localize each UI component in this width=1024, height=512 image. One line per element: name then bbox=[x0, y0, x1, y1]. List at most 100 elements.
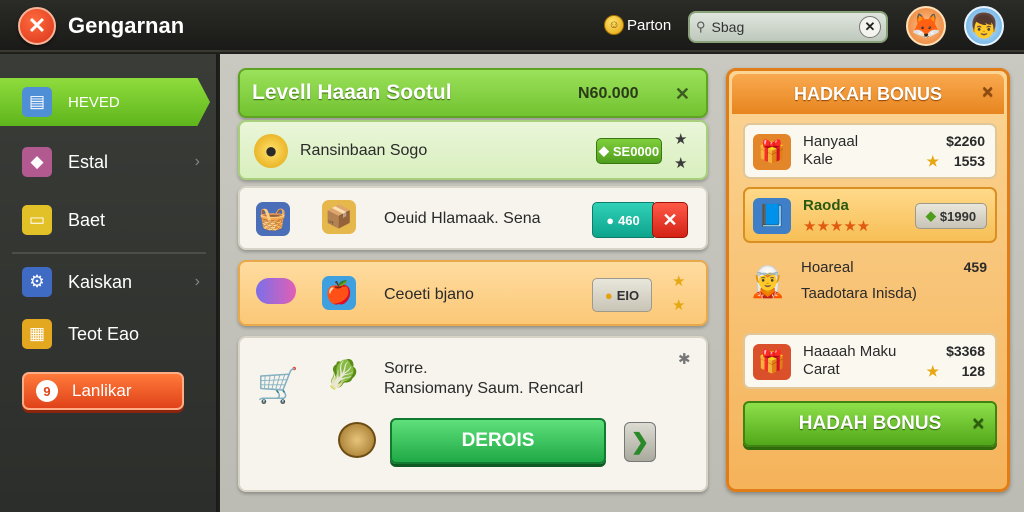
star-icon: ★ bbox=[926, 153, 939, 169]
bonus-item-sub: Kale bbox=[803, 151, 834, 168]
search-input[interactable]: Sbag bbox=[712, 19, 745, 35]
bonus-item-sub: Carat bbox=[803, 361, 840, 378]
quest-detail-title: Sorre. bbox=[384, 360, 428, 377]
quest-label: Ransinbaan Sogo bbox=[300, 142, 428, 159]
level-panel: Levell Haaan Sootul N60.000 ✕ ● Ransinba… bbox=[238, 68, 708, 492]
quest-label: Oeuid Hlamaak. Sena bbox=[384, 210, 541, 227]
sidebar-item-label: Estal bbox=[68, 151, 109, 172]
remove-button[interactable]: ✕ bbox=[652, 202, 688, 238]
sidebar-item-kaiskan[interactable]: ⚙ Kaiskan › bbox=[0, 258, 210, 306]
bonus-panel: HADKAH BONUS ✕ 🎁 Hanyaal Kale $2260 ★ 15… bbox=[726, 68, 1010, 492]
quest-row[interactable]: 🍎 Ceoeti bjano ● EIO ★ ★ bbox=[238, 260, 708, 326]
level-title: Levell Haaan Sootul bbox=[252, 81, 452, 104]
gem-icon: ◆ bbox=[598, 143, 609, 158]
star-icon: ★ bbox=[672, 297, 686, 314]
sidebar: ▤ HEVED ◆ Estal › ▭ Baet ⚙ Kaiskan › ▦ T… bbox=[0, 54, 218, 512]
bonus-item-name: Hanyaal bbox=[803, 133, 859, 150]
quest-badge[interactable]: ● 460 bbox=[592, 202, 654, 238]
player-avatar[interactable]: 👦 bbox=[964, 6, 1004, 46]
ruby-icon: ● bbox=[606, 212, 615, 228]
chevron-right-icon: › bbox=[194, 153, 200, 170]
shopping-cart-icon: 🛒 bbox=[256, 367, 300, 405]
book-icon: 📘 bbox=[753, 198, 791, 234]
quest-row[interactable]: ● Ransinbaan Sogo ◆ SE0000 ★ ★ bbox=[238, 120, 708, 180]
basket-icon: 🧺 bbox=[256, 202, 290, 236]
gear-box-icon: ⚙ bbox=[22, 267, 52, 297]
star-icon: ★ bbox=[674, 155, 688, 172]
coin-icon: ● bbox=[604, 287, 613, 303]
sidebar-item-baet[interactable]: ▭ Baet bbox=[0, 196, 210, 244]
veggie-cart-icon: 🥬 bbox=[325, 358, 361, 390]
bonus-item[interactable]: 🧝 Hoareal Taadotara Inisda) 459 bbox=[743, 251, 997, 311]
quest-badge[interactable]: ● EIO bbox=[592, 278, 652, 312]
bonus-item-name: Haaaah Maku bbox=[803, 343, 897, 360]
smiley-coin-icon: ☺ bbox=[604, 15, 624, 35]
app-title: Gengarnan bbox=[68, 13, 185, 38]
level-header: Levell Haaan Sootul N60.000 ✕ bbox=[238, 68, 708, 118]
main-area: Levell Haaan Sootul N60.000 ✕ ● Ransinba… bbox=[220, 54, 1024, 512]
top-bar: ✕ Gengarnan ☺ Parton ⚲ Sbag ✕ 🦊 👦 bbox=[0, 0, 1024, 52]
sidebar-action-label: Lanlikar bbox=[72, 381, 132, 400]
rating-stars-icon: ★★★★★ bbox=[803, 218, 871, 235]
bonus-item[interactable]: 🎁 Hanyaal Kale $2260 ★ 1553 bbox=[743, 123, 997, 179]
gem-icon: ◆ bbox=[925, 208, 936, 223]
confirm-button[interactable]: DEROIS bbox=[390, 418, 606, 464]
sidebar-item-estal[interactable]: ◆ Estal › bbox=[0, 138, 210, 186]
bonus-item-sub: Taadotara Inisda) bbox=[801, 285, 917, 302]
bonus-item-price: ◆ $1990 bbox=[915, 203, 987, 229]
crate-icon: 📦 bbox=[322, 200, 356, 234]
bonus-item[interactable]: 📘 Raoda ★★★★★ ◆ $1990 bbox=[743, 187, 997, 243]
card-icon: ▭ bbox=[22, 205, 52, 235]
bonus-item-subprice: 1553 bbox=[953, 153, 985, 169]
bonus-item-price: $2260 bbox=[946, 133, 985, 149]
bonus-item-price: $3368 bbox=[946, 343, 985, 359]
close-button[interactable]: ✕ bbox=[18, 7, 56, 45]
star-icon: ★ bbox=[674, 131, 688, 148]
divider bbox=[12, 252, 206, 254]
quest-detail-desc: Ransiomany Saum. Rencarl bbox=[384, 380, 584, 397]
bonus-item-price: 459 bbox=[963, 259, 987, 275]
elf-character-icon: 🧝 bbox=[749, 265, 787, 299]
candy-icon bbox=[256, 278, 296, 304]
sidebar-item-label: Baet bbox=[68, 209, 106, 230]
star-icon: ★ bbox=[926, 363, 939, 379]
fruit-box-icon: 🍎 bbox=[322, 276, 356, 310]
chevron-right-icon: › bbox=[194, 273, 200, 290]
next-arrow-icon[interactable]: ❯ bbox=[624, 422, 656, 462]
quest-badge[interactable]: ◆ SE0000 bbox=[596, 138, 662, 164]
quest-row[interactable]: 🧺 📦 Oeuid Hlamaak. Sena ● 460 ✕ bbox=[238, 186, 708, 250]
close-icon[interactable]: ✕ bbox=[972, 414, 985, 434]
clear-search-icon[interactable]: ✕ bbox=[859, 16, 881, 38]
chest-icon: ▤ bbox=[22, 87, 52, 117]
bonus-title: HADKAH BONUS bbox=[794, 83, 942, 104]
search-icon: ⚲ bbox=[696, 19, 706, 34]
sidebar-item-teot-eao[interactable]: ▦ Teot Eao bbox=[0, 310, 210, 358]
sidebar-item-label: Kaiskan bbox=[68, 271, 133, 292]
quest-detail-card: 🛒 🥬 Sorre. Ransiomany Saum. Rencarl ✱ DE… bbox=[238, 336, 708, 492]
treasure-icon: 🎁 bbox=[753, 344, 791, 380]
sidebar-item-heved[interactable]: ▤ HEVED bbox=[0, 78, 210, 126]
search-box[interactable]: ⚲ Sbag ✕ bbox=[688, 11, 888, 43]
level-reward: N60.000 bbox=[578, 85, 639, 102]
fox-avatar[interactable]: 🦊 bbox=[906, 6, 946, 46]
quest-label: Ceoeti bjano bbox=[384, 286, 474, 303]
star-icon: ★ bbox=[672, 273, 686, 290]
gold-coin-icon: ● bbox=[254, 134, 288, 168]
profile-chip[interactable]: ☺ Parton bbox=[604, 15, 671, 35]
claim-bonus-label: HADAH BONUS bbox=[798, 413, 942, 434]
cookie-icon bbox=[338, 422, 376, 458]
gift-box-icon: 🎁 bbox=[753, 134, 791, 170]
close-icon[interactable]: ✕ bbox=[675, 84, 690, 105]
close-icon[interactable]: ✕ bbox=[981, 83, 994, 101]
claim-bonus-button[interactable]: HADAH BONUS ✕ bbox=[743, 401, 997, 447]
sidebar-item-label: HEVED bbox=[68, 93, 120, 111]
bonus-item-name: Hoareal bbox=[801, 259, 854, 276]
pin-icon[interactable]: ✱ bbox=[678, 350, 691, 368]
profile-name: Parton bbox=[627, 16, 672, 34]
info-icon: 9 bbox=[36, 380, 58, 402]
sidebar-action-button[interactable]: 9 Lanlikar bbox=[22, 372, 184, 410]
bonus-item-name: Raoda bbox=[803, 197, 849, 214]
bonus-item[interactable]: 🎁 Haaaah Maku Carat $3368 ★ 128 bbox=[743, 333, 997, 389]
crate-icon: ▦ bbox=[22, 319, 52, 349]
bonus-header: HADKAH BONUS ✕ bbox=[732, 74, 1004, 114]
